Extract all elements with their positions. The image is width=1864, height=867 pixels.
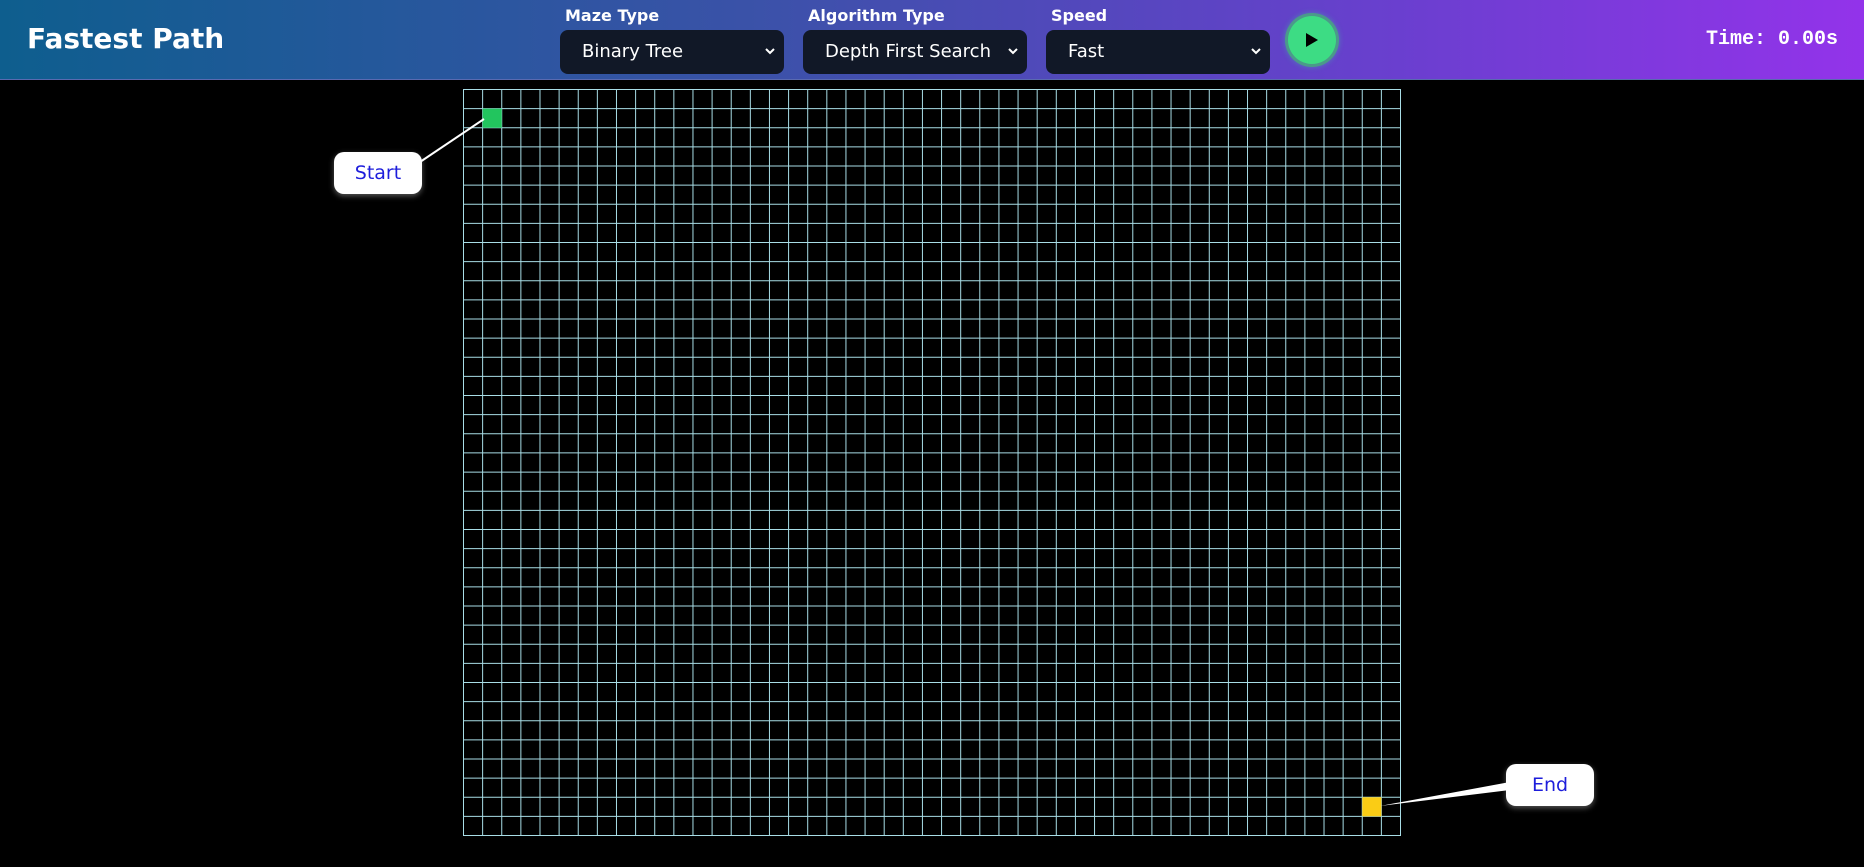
speed-control: Speed Fast <box>1046 6 1270 74</box>
start-callout: Start <box>334 152 422 194</box>
algorithm-type-value: Depth First Search <box>825 41 991 62</box>
timer-display: Time: 0.00s <box>1705 28 1838 51</box>
app-header: Fastest Path Maze Type Binary Tree Algor… <box>0 0 1864 80</box>
chevron-down-icon <box>1008 48 1018 55</box>
algorithm-type-select[interactable]: Depth First Search <box>803 30 1027 74</box>
maze-type-label: Maze Type <box>565 6 660 25</box>
grid-lines <box>463 89 1401 836</box>
start-cell[interactable] <box>482 108 502 128</box>
maze-grid[interactable] <box>463 89 1401 836</box>
maze-type-select[interactable]: Binary Tree <box>560 30 784 74</box>
chevron-down-icon <box>765 48 775 55</box>
end-cell[interactable] <box>1362 797 1382 817</box>
end-callout: End <box>1506 764 1594 806</box>
play-button[interactable] <box>1288 16 1336 64</box>
maze-type-value: Binary Tree <box>582 41 684 62</box>
app-title: Fastest Path <box>27 22 225 55</box>
speed-label: Speed <box>1051 6 1108 25</box>
maze-type-control: Maze Type Binary Tree <box>560 6 784 74</box>
chevron-down-icon <box>1251 48 1261 55</box>
algorithm-type-control: Algorithm Type Depth First Search <box>803 6 1027 74</box>
algorithm-type-label: Algorithm Type <box>808 6 945 25</box>
speed-value: Fast <box>1068 41 1105 62</box>
speed-select[interactable]: Fast <box>1046 30 1270 74</box>
maze-grid-canvas[interactable] <box>463 89 1401 836</box>
play-icon <box>1306 33 1318 47</box>
